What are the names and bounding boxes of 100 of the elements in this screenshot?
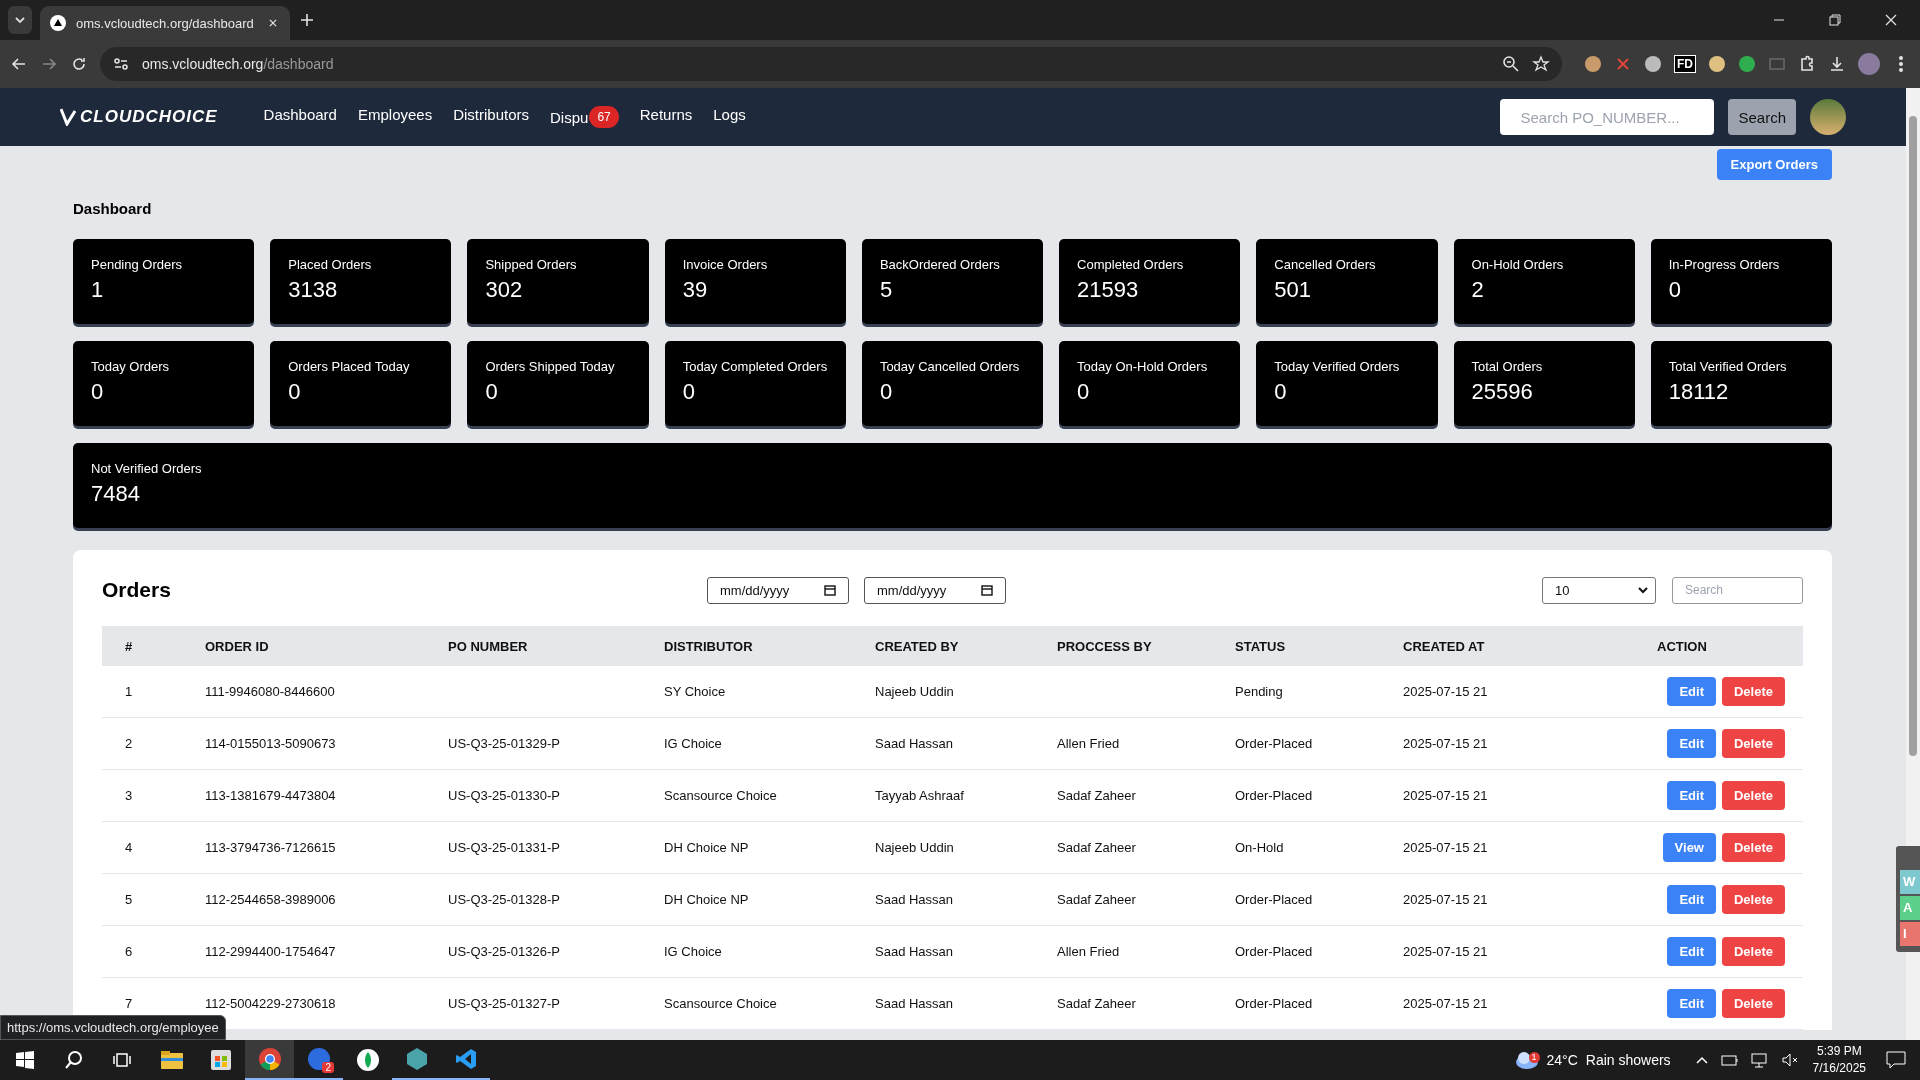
weather-text: Rain showers bbox=[1585, 1052, 1671, 1068]
search-field[interactable]: Search PO_NUMBER... bbox=[1500, 99, 1715, 135]
address-bar[interactable]: oms.vcloudtech.org/dashboard bbox=[100, 47, 1562, 81]
side-tab[interactable]: I bbox=[1900, 922, 1920, 946]
delete-button[interactable]: Delete bbox=[1721, 833, 1785, 862]
column-header: CREATED BY bbox=[860, 626, 1042, 666]
stat-label: Today Cancelled Orders bbox=[879, 359, 1021, 374]
stat-value: 7484 bbox=[91, 481, 141, 507]
stat-label: On-Hold Orders bbox=[1471, 257, 1565, 272]
table-cell: 2025-07-15 21 bbox=[1388, 925, 1600, 978]
action-button[interactable]: Edit bbox=[1667, 989, 1716, 1018]
delete-button[interactable]: Delete bbox=[1721, 989, 1785, 1018]
stat-value: 302 bbox=[485, 277, 524, 303]
nav-link[interactable]: Distributors bbox=[453, 106, 529, 128]
temperature-text: 24°C bbox=[1546, 1052, 1578, 1068]
stat-label: Cancelled Orders bbox=[1274, 257, 1377, 272]
table-cell: Saad Hassan bbox=[860, 717, 1042, 770]
stat-value: 5 bbox=[879, 277, 894, 303]
delete-button[interactable]: Delete bbox=[1721, 937, 1785, 966]
table-cell: 3 bbox=[102, 769, 190, 822]
delete-button[interactable]: Delete bbox=[1721, 677, 1785, 706]
export-orders-button[interactable]: Export Orders bbox=[1716, 149, 1832, 180]
table-cell: Allen Fried bbox=[1042, 717, 1220, 770]
clock[interactable]: 5:39 PM 7/16/2025 bbox=[1812, 1043, 1866, 1077]
table-cell: IG Choice bbox=[649, 717, 860, 770]
table-cell: Order-Placed bbox=[1220, 977, 1388, 1030]
table-cell: 6 bbox=[102, 925, 190, 978]
stat-label: Orders Shipped Today bbox=[485, 359, 616, 374]
action-button[interactable]: Edit bbox=[1667, 677, 1716, 706]
stat-value: 25596 bbox=[1471, 379, 1534, 405]
table-cell: Order-Placed bbox=[1220, 873, 1388, 926]
table-cell: Order-Placed bbox=[1220, 717, 1388, 770]
page-size-select[interactable]: 10 bbox=[1542, 576, 1656, 604]
stat-value: 3138 bbox=[288, 277, 339, 303]
table-cell: Scansource Choice bbox=[649, 977, 860, 1030]
browser-tab[interactable]: oms.vcloudtech.org/dashboard bbox=[40, 6, 290, 40]
stat-label: Completed Orders bbox=[1077, 257, 1185, 272]
column-header: CREATED AT bbox=[1388, 626, 1600, 666]
stat-label: Orders Placed Today bbox=[288, 359, 411, 374]
table-cell: 2 bbox=[102, 717, 190, 770]
table-cell: Sadaf Zaheer bbox=[1042, 821, 1220, 874]
stat-label: Pending Orders bbox=[91, 257, 184, 272]
table-cell: Saad Hassan bbox=[860, 925, 1042, 978]
table-cell: Allen Fried bbox=[1042, 925, 1220, 978]
action-button[interactable]: Edit bbox=[1667, 885, 1716, 914]
table-cell: Order-Placed bbox=[1220, 925, 1388, 978]
table-cell: Tayyab Ashraaf bbox=[860, 769, 1042, 822]
stat-label: Invoice Orders bbox=[682, 257, 769, 272]
table-cell: US-Q3-25-01329-P bbox=[433, 717, 649, 770]
nav-link[interactable]: Returns bbox=[639, 106, 693, 128]
table-cell: 112-2544658-3989006 bbox=[190, 873, 433, 926]
stat-value: 1 bbox=[91, 277, 105, 303]
table-cell: Sadaf Zaheer bbox=[1042, 873, 1220, 926]
stat-label: Today On-Hold Orders bbox=[1077, 359, 1209, 374]
extension-icon[interactable]: FD bbox=[1674, 55, 1696, 73]
action-button[interactable]: Edit bbox=[1667, 937, 1716, 966]
table-cell: US-Q3-25-01327-P bbox=[433, 977, 649, 1030]
nav-link[interactable]: Dispu bbox=[550, 108, 589, 126]
column-header: PROCCESS BY bbox=[1042, 626, 1220, 666]
side-tab[interactable]: W bbox=[1900, 870, 1920, 894]
delete-button[interactable]: Delete bbox=[1721, 885, 1785, 914]
table-cell: 2025-07-15 21 bbox=[1388, 977, 1600, 1030]
link-status-tooltip: https://oms.vcloudtech.org/employee bbox=[0, 1015, 226, 1040]
action-button[interactable]: View bbox=[1662, 833, 1716, 862]
column-header: ORDER ID bbox=[190, 626, 433, 666]
column-header: DISTRIBUTOR bbox=[649, 626, 860, 666]
stat-value: 0 bbox=[682, 379, 696, 405]
delete-button[interactable]: Delete bbox=[1721, 781, 1785, 810]
search-button[interactable]: Search bbox=[1728, 99, 1796, 135]
page-heading: Dashboard bbox=[73, 200, 153, 217]
table-cell: Najeeb Uddin bbox=[860, 821, 1042, 874]
stat-value: 0 bbox=[879, 379, 894, 405]
table-cell: 2025-07-15 21 bbox=[1388, 717, 1600, 770]
table-cell: 5 bbox=[102, 873, 190, 926]
stat-label: Shipped Orders bbox=[485, 257, 578, 272]
table-cell: DH Choice NP bbox=[649, 821, 860, 874]
side-tab[interactable]: A bbox=[1900, 896, 1920, 920]
table-cell: Scansource Choice bbox=[649, 769, 860, 822]
stat-value: 0 bbox=[1274, 379, 1288, 405]
date-field[interactable]: mm/dd/yyyy bbox=[707, 576, 849, 604]
stat-label: BackOrdered Orders bbox=[879, 257, 1001, 272]
nav-link[interactable]: Employees bbox=[357, 106, 433, 128]
date-field[interactable]: mm/dd/yyyy bbox=[864, 576, 1006, 604]
delete-button[interactable]: Delete bbox=[1721, 729, 1785, 758]
search-field[interactable]: Search bbox=[1672, 576, 1803, 604]
column-header: # bbox=[102, 626, 190, 666]
table-cell: DH Choice NP bbox=[649, 873, 860, 926]
stat-value: 2 bbox=[1471, 277, 1485, 303]
action-button[interactable]: Edit bbox=[1667, 729, 1716, 758]
action-button[interactable]: Edit bbox=[1667, 781, 1716, 810]
table-cell: Najeeb Uddin bbox=[860, 666, 1042, 718]
nav-link[interactable]: Dashboard bbox=[263, 106, 337, 128]
table-cell: US-Q3-25-01330-P bbox=[433, 769, 649, 822]
table-cell: 112-2994400-1754647 bbox=[190, 925, 433, 978]
table-cell: On-Hold bbox=[1220, 821, 1388, 874]
section-title: Orders bbox=[102, 578, 172, 602]
address-text[interactable]: oms.vcloudtech.org/dashboard bbox=[142, 56, 1490, 72]
table-cell: US-Q3-25-01326-P bbox=[433, 925, 649, 978]
nav-link[interactable]: Logs bbox=[713, 106, 746, 128]
stat-label: Placed Orders bbox=[288, 257, 373, 272]
